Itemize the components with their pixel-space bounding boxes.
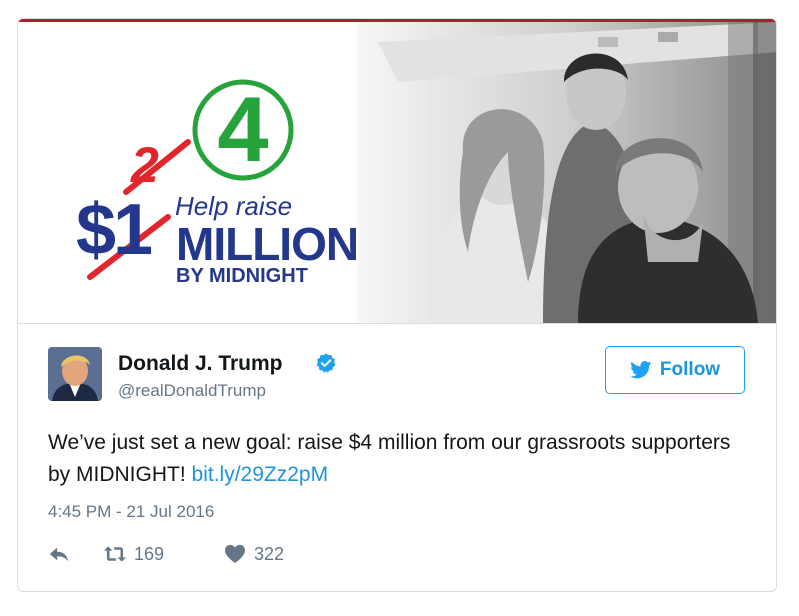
like-button[interactable]: 322 xyxy=(224,541,284,567)
follow-label: Follow xyxy=(659,359,721,380)
user-handle[interactable]: @realDonaldTrump xyxy=(118,380,266,402)
avatar-image xyxy=(48,347,102,401)
reply-button[interactable] xyxy=(48,541,70,567)
retweet-count: 169 xyxy=(134,543,165,564)
follow-button[interactable]: Follow xyxy=(605,346,745,394)
twitter-bird-icon xyxy=(630,361,652,379)
dollar-amount: $1 xyxy=(76,190,153,270)
retweet-icon xyxy=(104,546,126,562)
tweet-text: We’ve just set a new goal: raise $4 mill… xyxy=(48,427,748,491)
crossed-out-number: 2 xyxy=(131,137,159,193)
new-goal-number: 4 xyxy=(217,79,269,181)
deadline-text: BY MIDNIGHT xyxy=(176,265,308,287)
tweet-timestamp[interactable]: 4:45 PM - 21 Jul 2016 xyxy=(48,501,214,523)
people-photo xyxy=(358,22,776,323)
tweet-link[interactable]: bit.ly/29Zz2pM xyxy=(192,463,329,486)
avatar[interactable] xyxy=(48,347,102,401)
display-name[interactable]: Donald J. Trump xyxy=(118,351,283,377)
verified-badge-icon xyxy=(316,353,336,373)
like-count: 322 xyxy=(254,543,285,564)
million-text: MILLION xyxy=(176,218,359,270)
retweet-button[interactable]: 169 xyxy=(104,541,164,567)
tweet-card: 2 4 $1 Help raise MILLION BY MIDNIGHT Do… xyxy=(17,18,777,592)
heart-icon xyxy=(225,544,245,564)
reply-icon xyxy=(49,547,69,562)
tweet-body: We’ve just set a new goal: raise $4 mill… xyxy=(48,431,731,486)
tweet-media-image[interactable]: 2 4 $1 Help raise MILLION BY MIDNIGHT xyxy=(18,22,776,324)
fundraising-graphic: 2 4 $1 Help raise MILLION BY MIDNIGHT xyxy=(18,22,378,323)
